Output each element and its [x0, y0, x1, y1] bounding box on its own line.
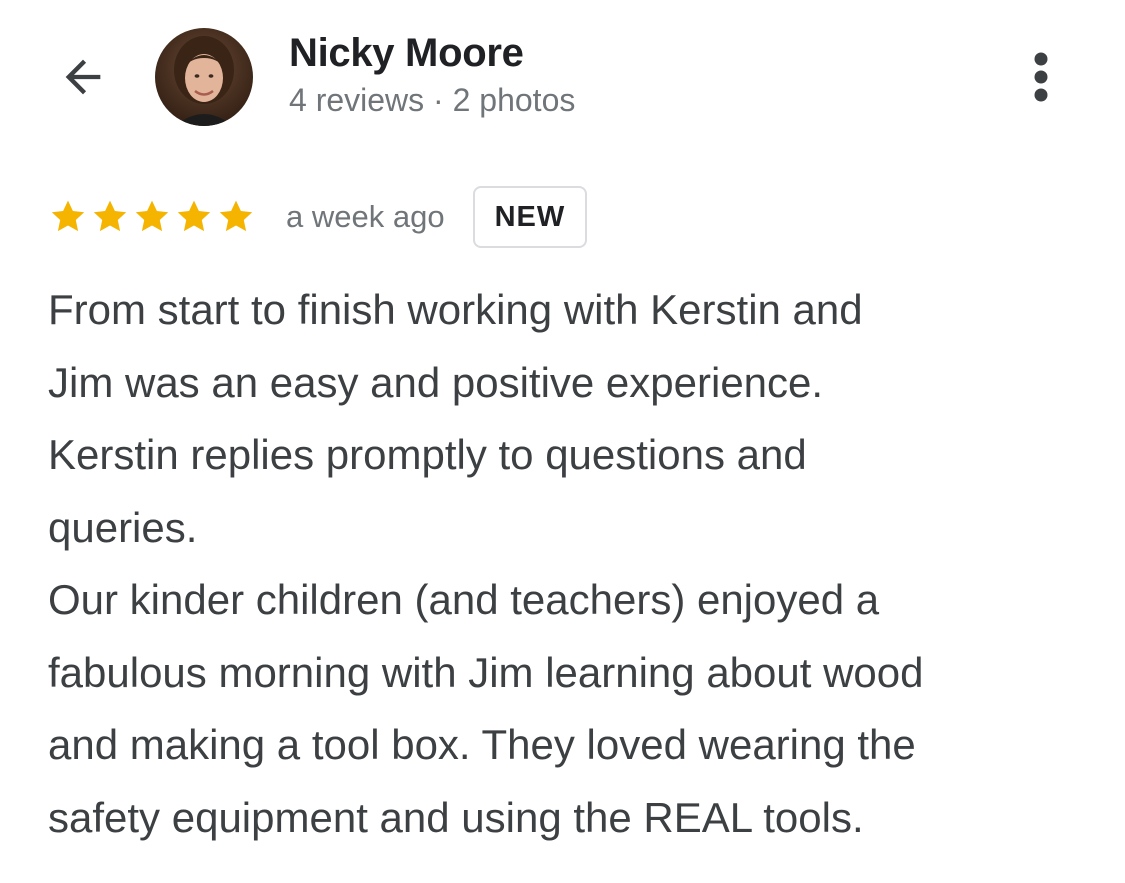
review-text: From start to finish working with Kersti… — [48, 274, 1088, 854]
review-line: Our kinder children (and teachers) enjoy… — [48, 576, 880, 623]
author-name[interactable]: Nicky Moore — [289, 28, 524, 78]
star-rating — [48, 197, 258, 237]
review-line: From start to finish working with Kersti… — [48, 286, 863, 333]
new-badge: NEW — [472, 186, 588, 248]
review-line: safety equipment and using the REAL tool… — [48, 793, 864, 841]
review-line: and making a tool box. They loved wearin… — [48, 721, 916, 768]
avatar-image — [155, 28, 253, 126]
avatar[interactable] — [155, 28, 253, 126]
arrow-back-icon — [65, 59, 101, 95]
review-line: fabulous morning with Jim learning about… — [48, 648, 924, 696]
star-icon — [177, 200, 211, 232]
star-icon — [51, 200, 85, 232]
star-icon — [219, 200, 253, 232]
author-meta: 4 reviews · 2 photos — [289, 82, 576, 118]
star-icon — [135, 200, 169, 232]
more-options-button[interactable] — [1016, 46, 1066, 108]
star-icon — [93, 200, 127, 232]
more-vert-icon — [1034, 52, 1048, 102]
review-line: Jim was an easy and positive experience. — [48, 358, 824, 406]
review-date: a week ago — [286, 199, 445, 234]
review-line: Kerstin replies promptly to questions an… — [48, 431, 807, 478]
back-button[interactable] — [52, 46, 114, 108]
rating-row: a week ago NEW — [48, 184, 588, 250]
review-line: queries. — [48, 503, 198, 551]
review-header: Nicky Moore 4 reviews · 2 photos — [0, 0, 1125, 150]
